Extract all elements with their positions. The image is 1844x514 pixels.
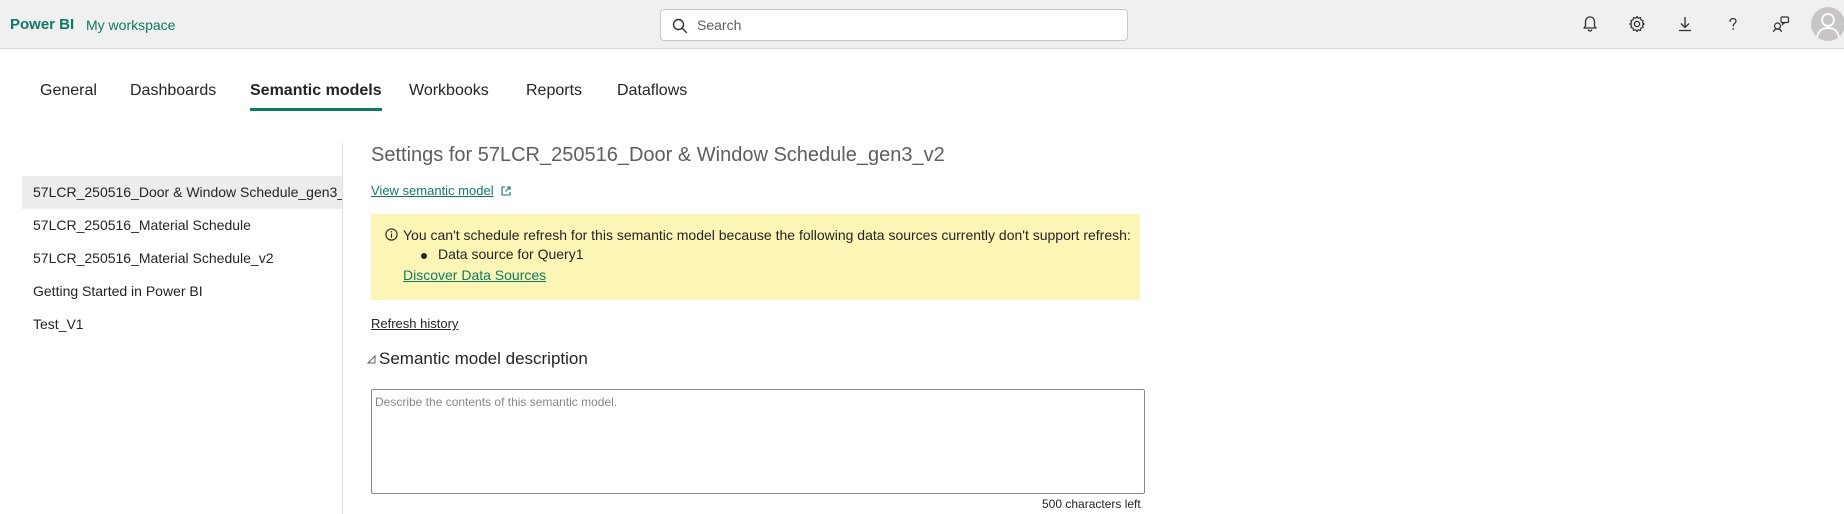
avatar[interactable] <box>1811 7 1844 41</box>
info-icon <box>385 228 398 241</box>
download-button[interactable] <box>1674 13 1696 35</box>
pane-divider <box>342 143 343 514</box>
download-icon <box>1679 17 1691 32</box>
tab-dataflows[interactable]: Dataflows <box>617 82 687 108</box>
tab-dashboards[interactable]: Dashboards <box>130 82 216 108</box>
list-item[interactable]: 57LCR_250516_Material Schedule <box>22 209 342 242</box>
list-item[interactable]: 57LCR_250516_Door & Window Schedule_gen3… <box>22 176 342 209</box>
share-feedback-button[interactable] <box>1770 13 1792 35</box>
search-box[interactable] <box>660 9 1128 41</box>
description-textarea[interactable] <box>371 389 1145 494</box>
semantic-model-list: 57LCR_250516_Door & Window Schedule_gen3… <box>22 176 342 341</box>
warning-message: You can't schedule refresh for this sema… <box>403 227 1131 243</box>
help-button[interactable] <box>1722 13 1744 35</box>
bell-icon <box>1583 16 1597 32</box>
settings-button[interactable] <box>1626 13 1648 35</box>
tab-general[interactable]: General <box>40 82 97 108</box>
bullet-dot <box>421 253 427 259</box>
tab-workbooks[interactable]: Workbooks <box>409 82 489 108</box>
page-title: Settings for 57LCR_250516_Door & Window … <box>371 144 945 166</box>
collapse-triangle-icon <box>367 355 376 364</box>
notifications-button[interactable] <box>1579 13 1601 35</box>
characters-left-counter: 500 characters left <box>1042 497 1141 511</box>
top-bar: Power BI My workspace <box>0 0 1844 49</box>
search-icon <box>672 18 688 34</box>
gear-icon <box>1629 15 1645 33</box>
section-title: Semantic model description <box>379 349 588 368</box>
external-link-icon[interactable] <box>500 185 512 197</box>
brand-label[interactable]: Power BI <box>10 16 74 33</box>
refresh-history-link[interactable]: Refresh history <box>371 316 458 331</box>
list-item[interactable]: 57LCR_250516_Material Schedule_v2 <box>22 242 342 275</box>
share-icon <box>1772 16 1790 33</box>
workspace-breadcrumb[interactable]: My workspace <box>86 17 175 33</box>
refresh-warning-banner: You can't schedule refresh for this sema… <box>371 214 1140 300</box>
search-input[interactable] <box>693 10 1113 40</box>
user-icon <box>1816 13 1840 39</box>
data-source-item: Data source for Query1 <box>438 246 584 262</box>
help-icon <box>1729 17 1737 30</box>
discover-data-sources-link[interactable]: Discover Data Sources <box>403 267 546 283</box>
view-semantic-model-link[interactable]: View semantic model <box>371 183 494 198</box>
tab-reports[interactable]: Reports <box>526 82 582 108</box>
list-item[interactable]: Getting Started in Power BI <box>22 275 342 308</box>
list-item[interactable]: Test_V1 <box>22 308 342 341</box>
tab-semantic-models[interactable]: Semantic models <box>250 82 382 111</box>
